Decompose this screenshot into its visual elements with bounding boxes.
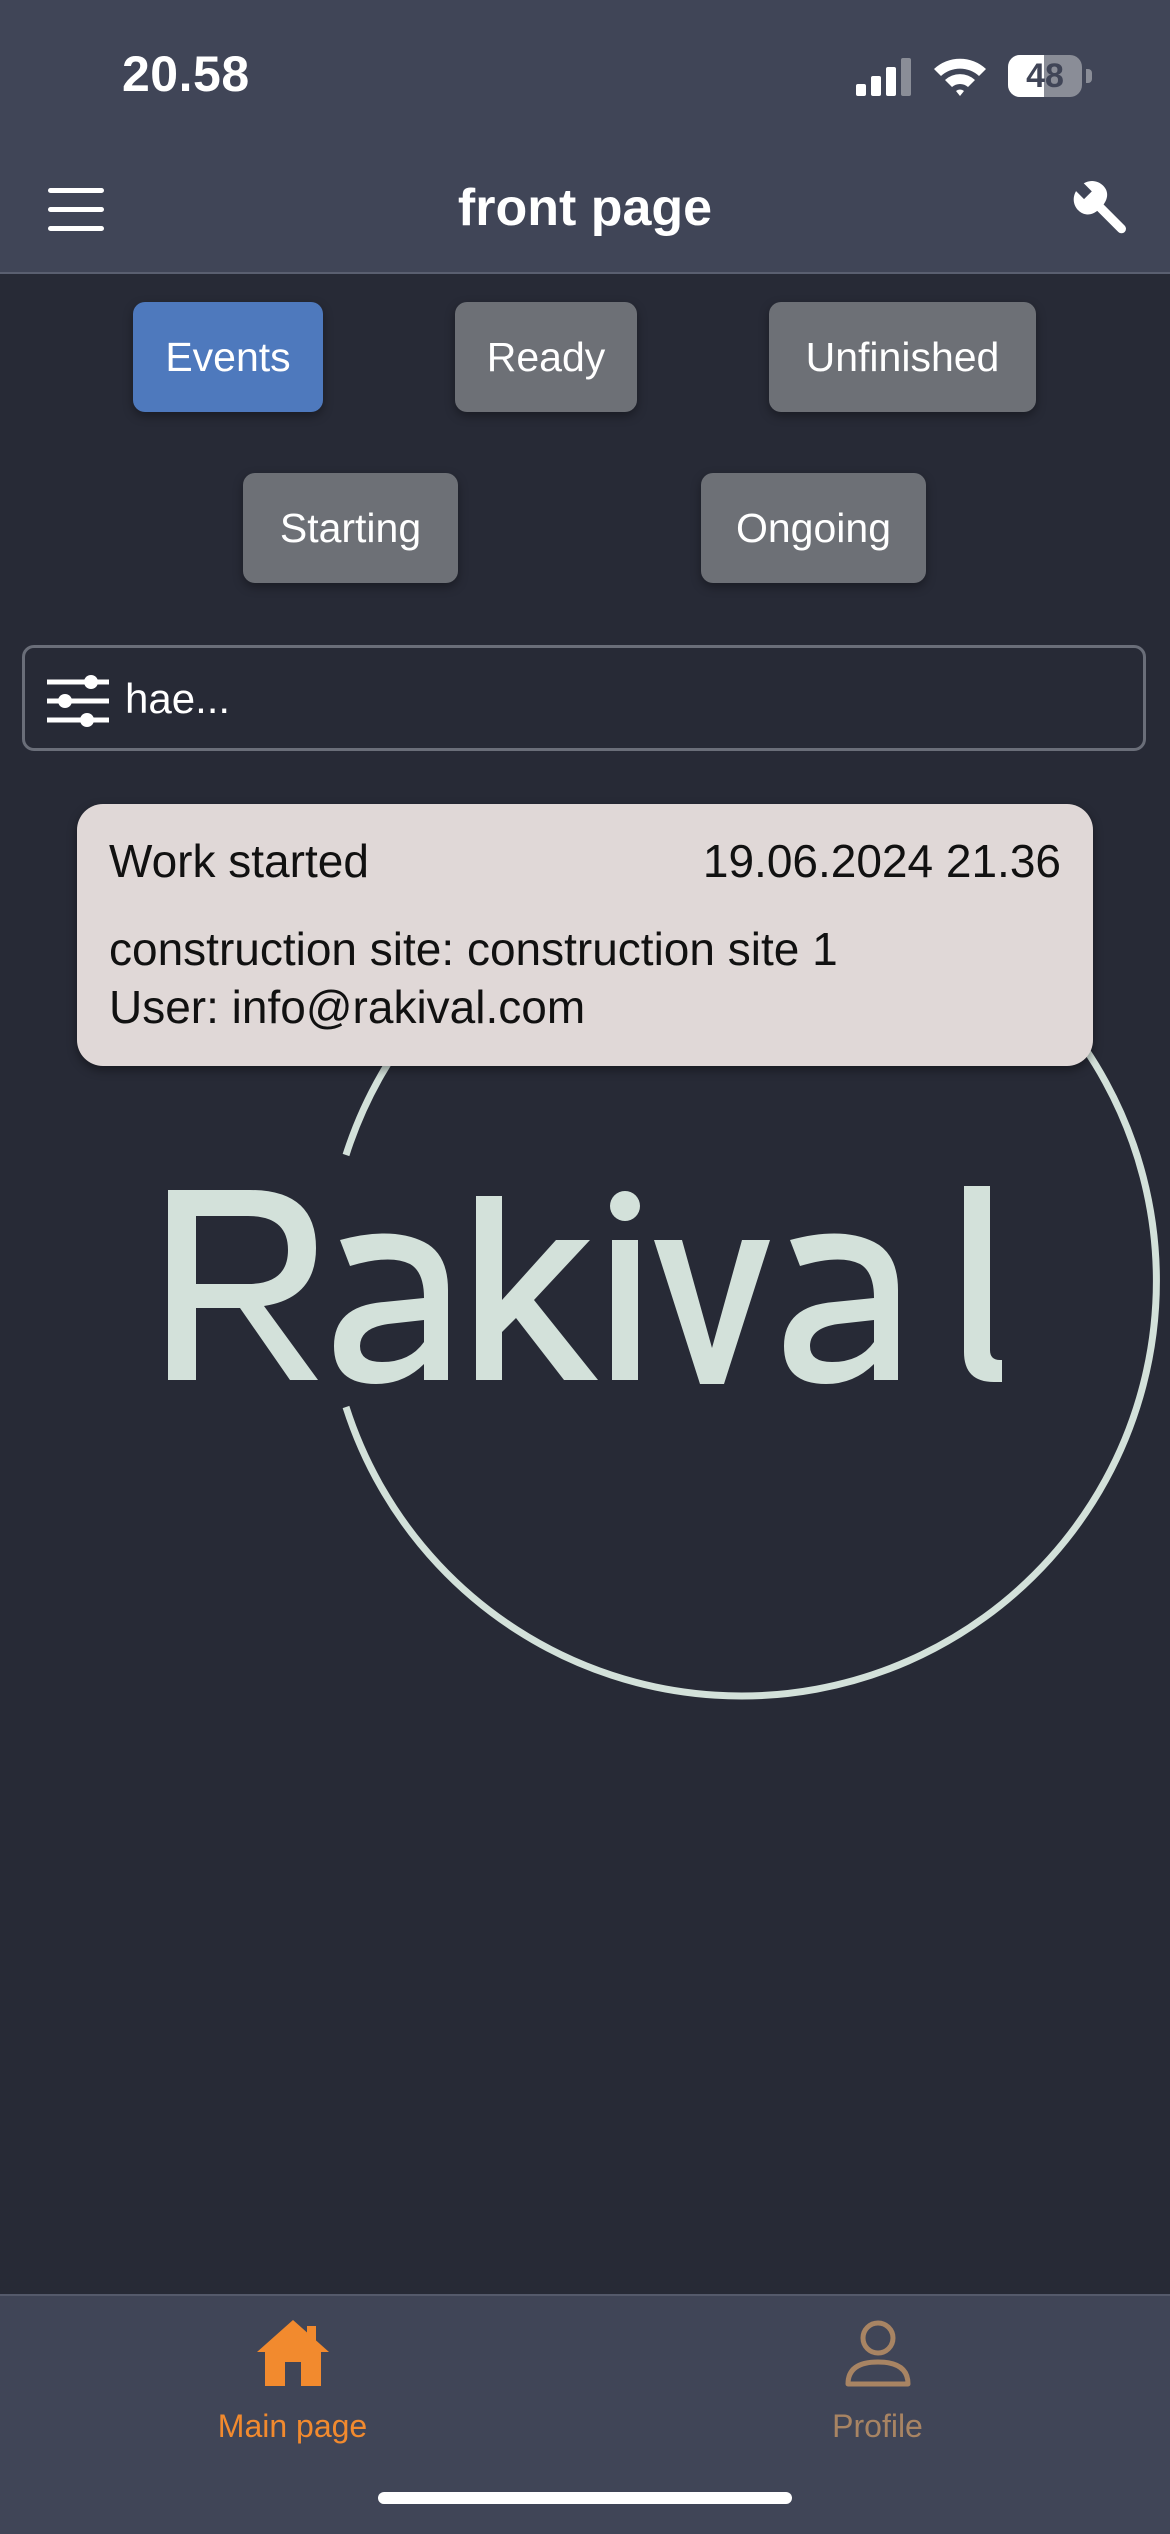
event-card[interactable]: Work started 19.06.2024 21.36 constructi… [77, 804, 1093, 1066]
home-indicator [378, 2492, 792, 2504]
event-title: Work started [109, 835, 369, 887]
home-icon [256, 2320, 329, 2386]
nav-main-page-label: Main page [217, 2408, 368, 2444]
event-user: User: info@rakival.com [109, 981, 586, 1033]
event-site: construction site: construction site 1 [109, 923, 838, 975]
nav-profile-label: Profile [832, 2408, 923, 2444]
rakival-logo [168, 862, 1160, 1700]
nav-profile[interactable]: Profile [585, 2296, 1170, 2466]
event-date: 19.06.2024 21.36 [702, 835, 1061, 887]
person-icon [845, 2320, 910, 2387]
nav-main-page[interactable]: Main page [0, 2296, 585, 2466]
